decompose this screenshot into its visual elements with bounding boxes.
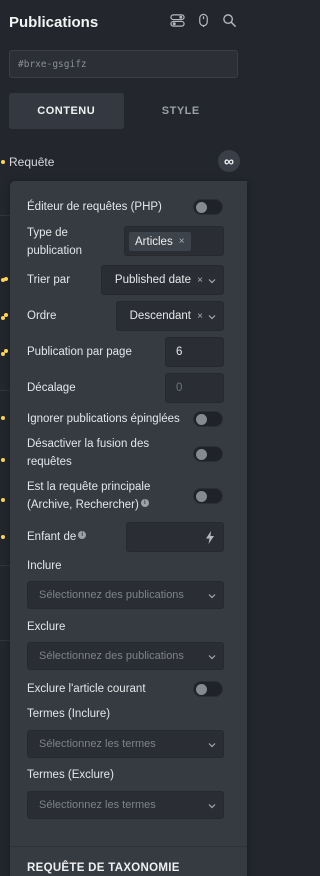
modified-indicator [4, 313, 8, 317]
per-page-input[interactable]: 6 [165, 337, 224, 367]
disable-merge-toggle[interactable] [193, 446, 223, 462]
tab-bar: CONTENU STYLE [9, 93, 238, 129]
child-of-label: Enfant de i [27, 528, 87, 546]
chevron-down-icon [208, 652, 216, 660]
query-row[interactable]: Requête [0, 144, 247, 180]
include-label: Inclure [27, 560, 62, 572]
child-of-input[interactable] [126, 522, 224, 552]
divider [0, 565, 10, 566]
chevron-down-icon [208, 740, 216, 748]
query-label: Requête [9, 155, 55, 169]
chevron-down-icon [208, 801, 216, 809]
modified-indicator [4, 349, 8, 353]
order-select[interactable]: Descendant × [116, 301, 224, 331]
divider [0, 390, 10, 391]
exclude-current-label: Exclure l'article courant [27, 683, 146, 695]
clear-icon[interactable]: × [197, 311, 203, 322]
order-by-select[interactable]: Published date × [101, 265, 224, 295]
chevron-down-icon [208, 312, 216, 320]
bolt-icon[interactable] [205, 531, 215, 547]
header-actions [169, 12, 237, 28]
main-query-label-text: Est la requête principale (Archive, Rech… [27, 481, 151, 511]
exclude-placeholder: Sélectionnez des publications [39, 650, 184, 662]
clear-icon[interactable]: × [197, 275, 203, 286]
modified-indicator [1, 535, 5, 539]
query-settings-popup: Éditeur de requêtes (PHP) Type de public… [4, 181, 247, 876]
order-label: Ordre [27, 310, 57, 322]
terms-exclude-placeholder: Sélectionnez les termes [39, 799, 156, 811]
post-type-select[interactable]: Articles × [124, 226, 224, 256]
element-id-field[interactable]: #brxe-gsgifz [9, 50, 238, 78]
post-type-tag-label: Articles [135, 235, 173, 248]
post-type-tag: Articles × [129, 232, 191, 251]
terms-exclude-select[interactable]: Sélectionnez les termes [27, 791, 224, 819]
order-value: Descendant [129, 310, 191, 322]
page-title: Publications [9, 13, 99, 31]
toggle-icon[interactable] [169, 12, 185, 28]
terms-include-select[interactable]: Sélectionnez les termes [27, 730, 224, 758]
ignore-sticky-toggle[interactable] [193, 411, 223, 427]
offset-input[interactable]: 0 [165, 373, 224, 403]
modified-indicator [1, 498, 5, 502]
info-icon[interactable]: i [78, 531, 87, 539]
ignore-sticky-label: Ignorer publications épinglées [27, 413, 180, 425]
main-query-toggle[interactable] [193, 488, 223, 504]
tab-style[interactable]: STYLE [124, 93, 239, 129]
terms-exclude-label: Termes (Exclure) [27, 769, 114, 781]
terms-include-label: Termes (Inclure) [27, 708, 111, 720]
exclude-select[interactable]: Sélectionnez des publications [27, 642, 224, 670]
exclude-label: Exclure [27, 621, 66, 633]
info-icon[interactable]: i [140, 499, 149, 507]
chevron-down-icon [208, 591, 216, 599]
per-page-label: Publication par page [27, 346, 132, 358]
remove-tag-icon[interactable]: × [179, 236, 185, 247]
panel-header: Publications [0, 0, 247, 44]
mouse-pointer-icon[interactable] [195, 12, 211, 28]
order-by-label: Trier par [27, 274, 71, 286]
modified-indicator [4, 277, 8, 281]
php-editor-label: Éditeur de requêtes (PHP) [27, 201, 162, 213]
modified-indicator [1, 458, 5, 462]
main-query-label: Est la requête principale (Archive, Rech… [27, 478, 167, 514]
chevron-down-icon [208, 276, 216, 284]
order-by-value: Published date [114, 274, 191, 286]
divider [0, 640, 10, 641]
per-page-value: 6 [176, 346, 183, 358]
child-of-label-text: Enfant de [27, 531, 77, 543]
infinity-icon[interactable]: ∞ [218, 150, 240, 172]
search-icon[interactable] [221, 12, 237, 28]
section-divider [10, 846, 247, 847]
tab-content[interactable]: CONTENU [9, 93, 124, 129]
divider [0, 215, 10, 216]
terms-include-placeholder: Sélectionnez les termes [39, 738, 156, 750]
modified-indicator [1, 160, 5, 164]
php-editor-toggle[interactable] [193, 199, 223, 215]
modified-indicator [1, 416, 5, 420]
taxonomy-query-section-title[interactable]: REQUÊTE DE TAXONOMIE [27, 862, 180, 874]
exclude-current-toggle[interactable] [193, 681, 223, 697]
offset-label: Décalage [27, 382, 76, 394]
post-type-label: Type de publication [27, 227, 82, 257]
disable-merge-label: Désactiver la fusion des requêtes [27, 438, 150, 468]
include-select[interactable]: Sélectionnez des publications [27, 581, 224, 609]
include-placeholder: Sélectionnez des publications [39, 589, 184, 601]
offset-placeholder: 0 [176, 382, 183, 394]
